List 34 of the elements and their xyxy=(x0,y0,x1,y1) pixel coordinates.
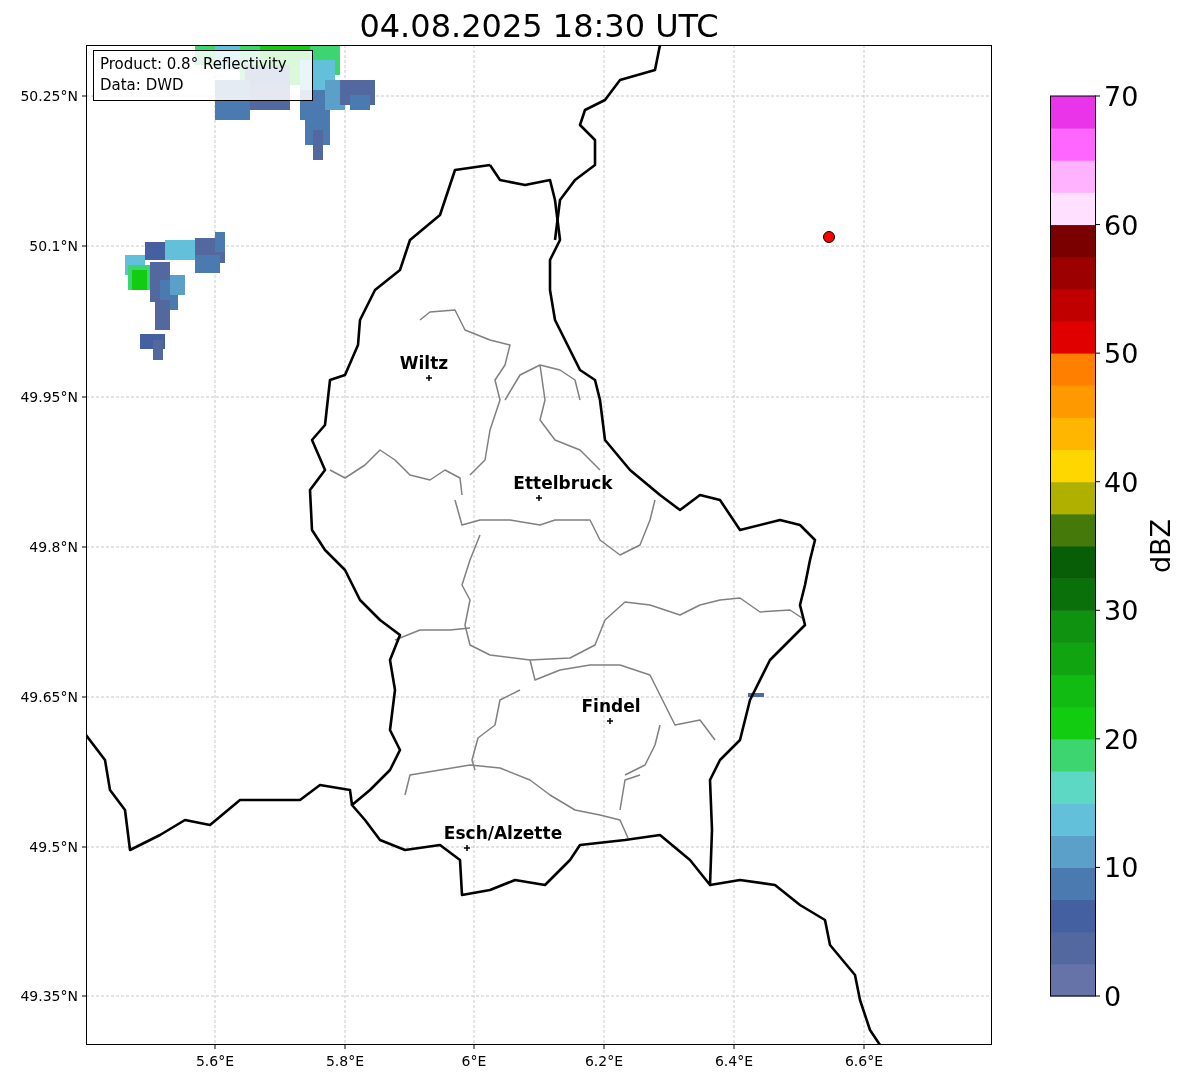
city-label: Wiltz xyxy=(399,353,449,373)
legend-text: Product: 0.8° Reflectivity xyxy=(100,55,287,73)
colorbar-label: dBZ xyxy=(1145,518,1176,574)
colorbar-tick-label: 70 xyxy=(1104,81,1139,112)
city-marker-icon xyxy=(606,717,614,725)
axis-tick-label: 49.95°N xyxy=(20,389,78,405)
city-marker-icon xyxy=(463,844,471,852)
legend-text: Data: DWD xyxy=(100,76,184,94)
city-marker-icon xyxy=(535,494,543,502)
city-label: Esch/Alzette xyxy=(443,823,563,843)
colorbar-tick-label: 30 xyxy=(1104,595,1139,627)
axis-tick-label: 5.6°E xyxy=(195,1053,235,1069)
axis-tick-label: 6.6°E xyxy=(844,1053,884,1069)
colorbar-tick-label: 40 xyxy=(1104,466,1139,498)
city-label: Ettelbruck xyxy=(513,473,613,493)
colorbar-tick-label: 0 xyxy=(1104,981,1122,1012)
axis-tick-label: 49.35°N xyxy=(20,988,78,1004)
axis-tick-label: 6.4°E xyxy=(714,1053,754,1069)
axis-tick-label: 49.5°N xyxy=(29,839,78,855)
axis-tick-label: 49.8°N xyxy=(29,539,78,555)
city-marker-icon xyxy=(425,374,433,382)
colorbar-tick-label: 60 xyxy=(1104,209,1139,241)
axis-tick-label: 6.2°E xyxy=(584,1053,624,1069)
chart-title: 04.08.2025 18:30 UTC xyxy=(359,7,719,45)
city-label: Findel xyxy=(581,696,641,716)
axis-tick-label: 49.65°N xyxy=(20,689,78,705)
colorbar-tick-label: 50 xyxy=(1104,338,1139,370)
colorbar-tick-label: 20 xyxy=(1104,723,1139,755)
axis-tick-label: 5.8°E xyxy=(325,1053,365,1069)
axis-tick-label: 50.25°N xyxy=(20,88,78,104)
axis-tick-label: 50.1°N xyxy=(29,238,78,254)
axis-tick-label: 6°E xyxy=(461,1053,487,1069)
colorbar-tick-label: 10 xyxy=(1104,852,1139,884)
radar-echo-drawing xyxy=(748,693,764,697)
